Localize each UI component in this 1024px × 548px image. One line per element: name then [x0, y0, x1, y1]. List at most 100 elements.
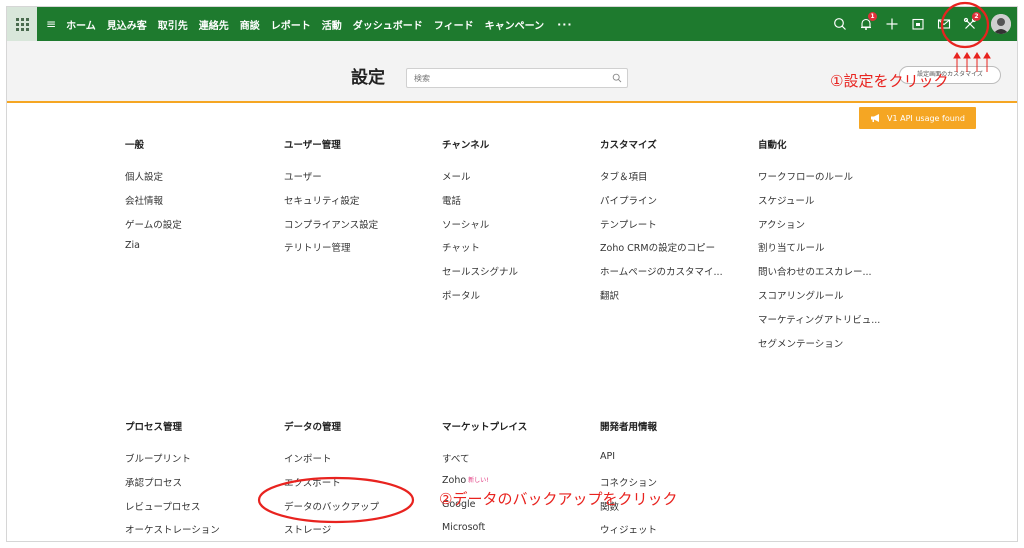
settings-link-label: セキュリティ設定 — [284, 195, 360, 207]
settings-link-label: オーケストレーション — [125, 525, 220, 537]
settings-link[interactable]: メール — [442, 169, 518, 193]
app-launcher-button[interactable] — [7, 7, 37, 41]
settings-link[interactable]: ソーシャル — [442, 217, 518, 241]
settings-tools-icon[interactable]: 2 — [963, 12, 981, 31]
nav-tab-1[interactable]: 見込み客 — [107, 17, 147, 32]
api-usage-badge[interactable]: V1 API usage found — [859, 107, 976, 129]
settings-section: チャンネル メール 電話 ソーシャル チャット セールスシグナル ポータル — [442, 137, 518, 312]
settings-link[interactable]: 割り当てルール — [758, 240, 880, 264]
nav-tab-9[interactable]: キャンペーン — [485, 17, 545, 32]
plus-icon[interactable] — [885, 17, 899, 31]
settings-link-label: すべて — [442, 454, 470, 465]
megaphone-icon — [871, 114, 880, 122]
settings-link-label: テリトリー管理 — [284, 243, 351, 255]
settings-link-label: チャット — [442, 243, 480, 255]
section-title: ユーザー管理 — [284, 140, 341, 151]
settings-link[interactable]: タブ＆項目 — [600, 169, 723, 193]
settings-link[interactable]: 個人設定 — [125, 169, 182, 193]
nav-tab-7[interactable]: ダッシュボード — [353, 17, 423, 32]
settings-link-label: レビュープロセス — [125, 501, 201, 513]
settings-section: データの管理 インポート エクスポート データのバックアップ ストレージ — [284, 419, 379, 541]
api-usage-label: V1 API usage found — [887, 113, 965, 123]
settings-link[interactable]: 承認プロセス — [125, 475, 220, 499]
settings-link[interactable]: スコアリングルール — [758, 288, 880, 312]
settings-link[interactable]: ウィジェット — [600, 522, 657, 541]
settings-link[interactable]: Microsoft — [442, 522, 527, 541]
settings-link[interactable]: セールスシグナル — [442, 264, 518, 288]
settings-link[interactable]: エクスポート — [284, 475, 379, 499]
settings-link[interactable]: すべて — [442, 451, 527, 475]
grid-icon — [15, 17, 29, 31]
settings-link[interactable]: ゲームの設定 — [125, 217, 182, 241]
settings-link-label: ソーシャル — [442, 219, 490, 231]
settings-link[interactable]: API — [600, 451, 657, 475]
settings-link[interactable]: ホームページのカスタマイ... — [600, 264, 723, 288]
settings-link-label: Zia — [125, 240, 140, 252]
settings-link-label: メール — [442, 172, 471, 183]
top-nav: ≡ ホーム 見込み客 取引先 連絡先 商談 レポート 活動 ダッシュボード フィード キャンペーン… — [7, 7, 1017, 41]
settings-link[interactable]: オーケストレーション — [125, 522, 220, 541]
nav-tab-2[interactable]: 取引先 — [158, 17, 188, 32]
search-icon — [612, 73, 622, 83]
settings-link[interactable]: パイプライン — [600, 193, 723, 217]
settings-link-label: API — [600, 451, 616, 462]
avatar[interactable] — [991, 14, 1011, 34]
settings-link[interactable]: マーケティングアトリビュ... — [758, 312, 880, 336]
settings-link[interactable]: セグメンテーション — [758, 336, 880, 360]
nav-tab-3[interactable]: 連絡先 — [199, 17, 229, 32]
nav-tab-8[interactable]: フィード — [434, 17, 474, 32]
settings-badge: 2 — [972, 12, 981, 21]
settings-link[interactable]: テリトリー管理 — [284, 240, 378, 264]
settings-link[interactable]: インポート — [284, 451, 379, 475]
settings-link-label: ポータル — [442, 290, 481, 302]
settings-link-label: Microsoft — [442, 522, 486, 534]
settings-link[interactable]: 会社情報 — [125, 193, 182, 217]
settings-link[interactable]: スケジュール — [758, 193, 880, 217]
settings-link-label: 割り当てルール — [758, 243, 825, 255]
settings-link[interactable]: チャット — [442, 240, 518, 264]
settings-search-input[interactable] — [406, 68, 628, 88]
settings-link-label: スケジュール — [758, 195, 815, 207]
settings-link-label: 問い合わせのエスカレー... — [758, 267, 872, 279]
settings-link[interactable]: データのバックアップ — [284, 499, 379, 523]
settings-link[interactable]: アクション — [758, 217, 880, 241]
settings-link-label: ストレージ — [284, 525, 332, 537]
settings-link[interactable]: テンプレート — [600, 217, 723, 241]
hamburger-icon[interactable]: ≡ — [46, 17, 56, 31]
nav-tab-4[interactable]: 商談 — [240, 17, 260, 32]
settings-link[interactable]: セキュリティ設定 — [284, 193, 378, 217]
notification-badge: 1 — [868, 12, 877, 21]
settings-link[interactable]: ユーザー — [284, 169, 378, 193]
settings-section: ユーザー管理ユーザーセキュリティ設定コンプライアンス設定テリトリー管理 — [284, 137, 378, 264]
annotation-step1: ①設定をクリック — [830, 72, 949, 90]
settings-section: 自動化 ワークフローのルール スケジュール アクション 割り当てルール 問い合わせのエスカ… — [758, 137, 880, 359]
settings-link-label: インポート — [284, 454, 332, 465]
settings-section: カスタマイズタブ＆項目 パイプライン テンプレート Zoho CRMの設定のコピーホー… — [600, 137, 723, 312]
settings-link[interactable]: 電話 — [442, 193, 518, 217]
nav-tab-6[interactable]: 活動 — [322, 17, 342, 32]
mail-icon[interactable] — [937, 17, 951, 31]
settings-link[interactable]: ストレージ — [284, 522, 379, 541]
section-title: カスタマイズ — [600, 140, 657, 151]
bell-icon[interactable]: 1 — [859, 12, 877, 31]
nav-tab-0[interactable]: ホーム — [66, 17, 96, 32]
nav-tab-5[interactable]: レポート — [271, 17, 311, 32]
settings-link[interactable]: Zoho CRMの設定のコピー — [600, 240, 723, 264]
settings-link[interactable]: ブループリント — [125, 451, 220, 475]
settings-link[interactable]: レビュープロセス — [125, 499, 220, 523]
search-icon[interactable] — [833, 17, 847, 31]
settings-link[interactable]: Zia — [125, 240, 182, 264]
settings-link-label: マーケティングアトリビュ... — [758, 314, 881, 326]
settings-link[interactable]: コンプライアンス設定 — [284, 217, 378, 241]
section-title: プロセス管理 — [125, 422, 183, 433]
calendar-icon[interactable] — [911, 17, 925, 31]
settings-link[interactable]: ポータル — [442, 288, 518, 312]
settings-link[interactable]: ワークフローのルール — [758, 169, 880, 193]
settings-link-label: ゲームの設定 — [125, 219, 182, 231]
settings-link[interactable]: 翻訳 — [600, 288, 723, 312]
nav-more-button[interactable]: ··· — [557, 18, 573, 31]
settings-link-label: Zoho CRMの設定のコピー — [600, 243, 716, 255]
new-badge: 新しい! — [468, 476, 489, 484]
settings-link[interactable]: 問い合わせのエスカレー... — [758, 264, 880, 288]
settings-link-label: 翻訳 — [600, 290, 620, 302]
